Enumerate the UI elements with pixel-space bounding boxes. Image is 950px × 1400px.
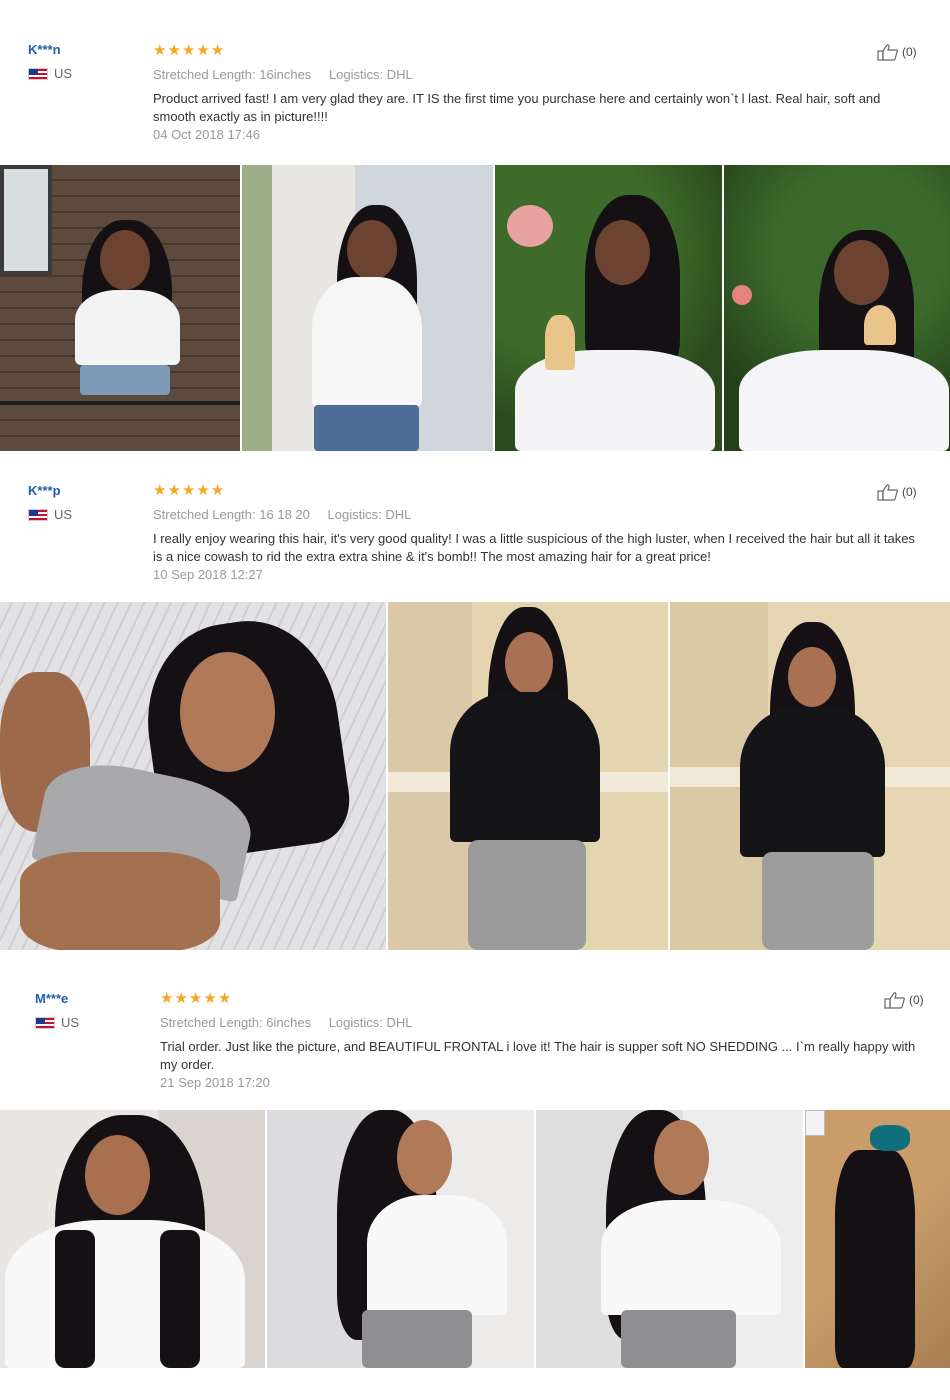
logistics-label: Logistics: xyxy=(328,1015,383,1030)
review-meta: Stretched Length: 16 18 20 Logistics: DH… xyxy=(153,507,923,522)
review-body: ★ ★ ★ ★ ★ Stretched Length: 16 18 20 Logisti… xyxy=(153,481,923,583)
us-flag-icon xyxy=(35,1016,55,1029)
reviewer-info: M***e US xyxy=(35,991,79,1030)
us-flag-icon xyxy=(28,508,48,521)
star-icon: ★ xyxy=(210,41,225,59)
stretched-length-label: Stretched Length: xyxy=(160,1015,263,1030)
stretched-length-value: 16inches xyxy=(259,67,312,82)
star-icon: ★ xyxy=(188,989,203,1007)
stretched-length-value: 6inches xyxy=(266,1015,312,1030)
review-date: 10 Sep 2018 12:27 xyxy=(153,567,263,582)
logistics-value: DHL xyxy=(385,507,412,522)
logistics-value: DHL xyxy=(386,1015,413,1030)
country-code: US xyxy=(54,507,73,522)
star-rating: ★ ★ ★ ★ ★ xyxy=(153,41,923,59)
helpful-button[interactable]: (0) xyxy=(884,991,924,1009)
review-photo[interactable] xyxy=(0,602,387,950)
star-icon: ★ xyxy=(160,989,174,1007)
review-text: Product arrived fast! I am very glad the… xyxy=(153,91,881,124)
reviewer-country: US xyxy=(28,66,72,81)
reviewer-name[interactable]: M***e xyxy=(35,991,79,1006)
review-photo[interactable] xyxy=(669,602,950,950)
stretched-length-label: Stretched Length: xyxy=(153,507,256,522)
star-icon: ★ xyxy=(196,41,210,59)
review-body: ★ ★ ★ ★ ★ Stretched Length: 6inches Logistic… xyxy=(160,989,930,1091)
logistics-value: DHL xyxy=(386,67,413,82)
review-meta: Stretched Length: 6inches Logistics: DHL xyxy=(160,1015,930,1030)
star-icon: ★ xyxy=(167,41,181,59)
review-photo[interactable] xyxy=(724,165,950,451)
reviewer-name[interactable]: K***n xyxy=(28,42,72,57)
review-photo[interactable] xyxy=(242,165,493,451)
review-photo[interactable] xyxy=(0,1110,265,1368)
stretched-length-value: 16 18 20 xyxy=(259,507,310,522)
star-rating: ★ ★ ★ ★ ★ xyxy=(160,989,930,1007)
thumbs-up-icon xyxy=(884,992,905,1009)
review-photos xyxy=(0,165,950,451)
reviewer-name[interactable]: K***p xyxy=(28,483,72,498)
country-code: US xyxy=(61,1015,80,1030)
review-photos xyxy=(0,602,950,950)
country-code: US xyxy=(54,66,73,81)
helpful-count: (0) xyxy=(902,485,917,499)
helpful-button[interactable]: (0) xyxy=(877,43,917,61)
helpful-count: (0) xyxy=(902,45,917,59)
star-icon: ★ xyxy=(153,481,167,499)
star-icon: ★ xyxy=(196,481,210,499)
reviewer-info: K***n US xyxy=(28,42,72,81)
reviewer-info: K***p US xyxy=(28,483,72,522)
review-photo[interactable] xyxy=(536,1110,803,1368)
review-text: Trial order. Just like the picture, and … xyxy=(160,1039,916,1072)
star-icon: ★ xyxy=(203,989,217,1007)
star-icon: ★ xyxy=(217,989,232,1007)
review-body: ★ ★ ★ ★ ★ Stretched Length: 16inches Logisti… xyxy=(153,41,923,143)
review-date: 04 Oct 2018 17:46 xyxy=(153,127,260,142)
thumbs-up-icon xyxy=(877,484,898,501)
review-photo[interactable] xyxy=(388,602,668,950)
star-icon: ★ xyxy=(210,481,225,499)
us-flag-icon xyxy=(28,67,48,80)
logistics-label: Logistics: xyxy=(327,507,382,522)
review-meta: Stretched Length: 16inches Logistics: DH… xyxy=(153,67,923,82)
review-date: 21 Sep 2018 17:20 xyxy=(160,1075,270,1090)
review-text: I really enjoy wearing this hair, it's v… xyxy=(153,531,915,564)
reviewer-country: US xyxy=(28,507,72,522)
helpful-count: (0) xyxy=(909,993,924,1007)
review-photos xyxy=(0,1110,950,1368)
star-rating: ★ ★ ★ ★ ★ xyxy=(153,481,923,499)
reviewer-country: US xyxy=(35,1015,79,1030)
logistics-label: Logistics: xyxy=(328,67,384,82)
star-icon: ★ xyxy=(174,989,188,1007)
star-icon: ★ xyxy=(167,481,181,499)
review-photo[interactable] xyxy=(805,1110,950,1368)
review-photo[interactable] xyxy=(267,1110,534,1368)
star-icon: ★ xyxy=(181,481,196,499)
review-photo[interactable] xyxy=(495,165,722,451)
stretched-length-label: Stretched Length: xyxy=(153,67,256,82)
helpful-button[interactable]: (0) xyxy=(877,483,917,501)
star-icon: ★ xyxy=(153,41,167,59)
star-icon: ★ xyxy=(181,41,196,59)
thumbs-up-icon xyxy=(877,44,898,61)
review-photo[interactable] xyxy=(0,165,240,451)
